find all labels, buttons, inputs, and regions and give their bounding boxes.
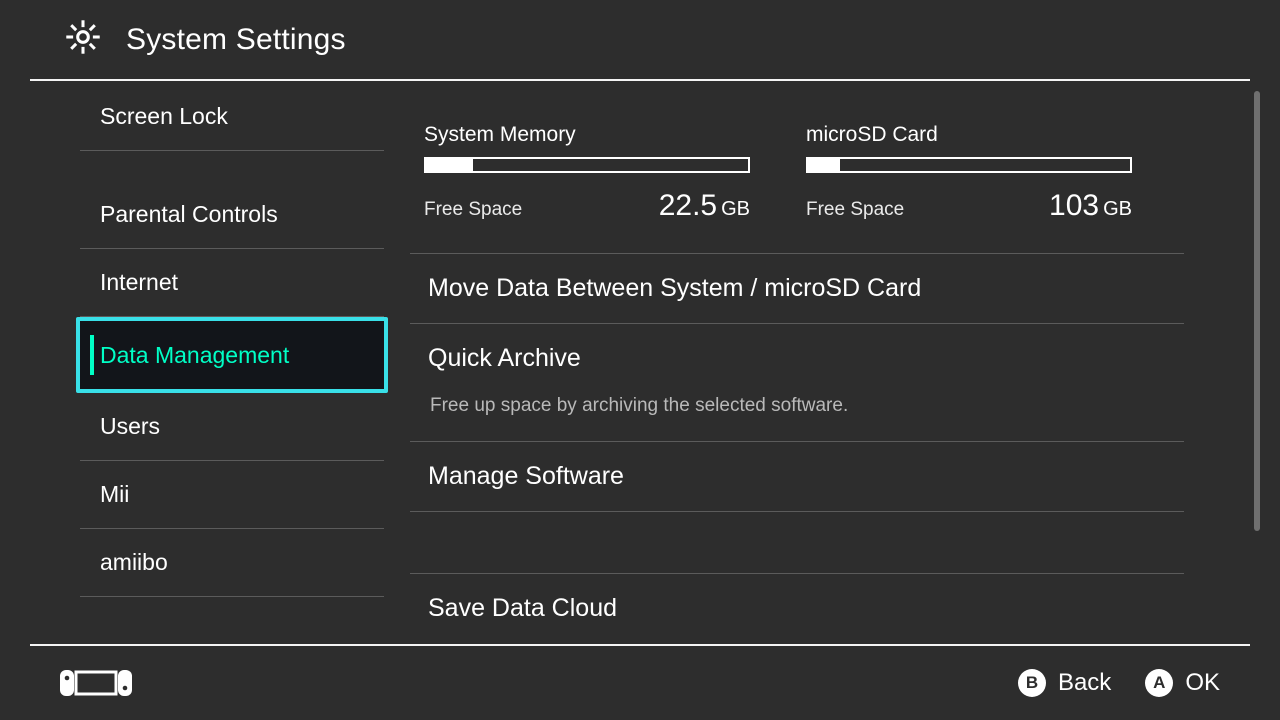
option-title: Save Data Cloud (428, 594, 1184, 623)
free-space-value: 22.5GB (659, 189, 750, 223)
scrollbar-track[interactable] (1254, 81, 1260, 644)
free-space-value: 103GB (1049, 189, 1132, 223)
storage-title: System Memory (424, 123, 750, 147)
option-quick-archive[interactable]: Quick Archive Free up space by archiving … (410, 324, 1184, 442)
storage-block-microsd-card: microSD Card Free Space 103GB (806, 123, 1132, 223)
option-spacer (410, 512, 1184, 574)
sidebar-item-label: Users (100, 413, 160, 440)
free-space-label: Free Space (424, 199, 522, 221)
option-subtitle: Free up space by archiving the selected … (428, 395, 1184, 421)
storage-bar-fill (808, 159, 840, 171)
settings-gear-icon (64, 18, 102, 61)
sidebar-item-mii[interactable]: Mii (80, 461, 384, 529)
sidebar-item-label: amiibo (100, 549, 168, 576)
sidebar-item-screen-lock[interactable]: Screen Lock (80, 83, 384, 151)
sidebar: Screen Lock Parental Controls Internet Data… (0, 81, 410, 644)
sidebar-item-internet[interactable]: Internet (80, 249, 384, 317)
sidebar-item-label: Screen Lock (100, 103, 228, 130)
controller-icon (60, 668, 132, 698)
sidebar-item-label: Internet (100, 269, 178, 296)
scrollbar-thumb[interactable] (1254, 91, 1260, 531)
sidebar-item-parental-controls[interactable]: Parental Controls (80, 181, 384, 249)
sidebar-item-label: Mii (100, 481, 129, 508)
free-space-label: Free Space (806, 199, 904, 221)
footer-button-label: OK (1185, 669, 1220, 697)
sidebar-item-data-management[interactable]: Data Management (76, 317, 388, 393)
storage-bar (806, 157, 1132, 173)
footer-button-ok[interactable]: A OK (1145, 669, 1220, 697)
storage-bar-fill (426, 159, 473, 171)
sidebar-item-label: Data Management (100, 342, 289, 369)
option-manage-software[interactable]: Manage Software (410, 442, 1184, 512)
storage-bar (424, 157, 750, 173)
option-move-data-between-system-microsd-card[interactable]: Move Data Between System / microSD Card (410, 254, 1184, 324)
footer-button-back[interactable]: B Back (1018, 669, 1111, 697)
storage-block-system-memory: System Memory Free Space 22.5GB (424, 123, 750, 223)
footer-button-label: Back (1058, 669, 1111, 697)
button-glyph-icon: A (1145, 669, 1173, 697)
option-title: Manage Software (428, 462, 1184, 491)
option-title: Move Data Between System / microSD Card (428, 274, 1184, 303)
footer-divider (30, 644, 1250, 646)
page-title: System Settings (126, 23, 346, 57)
option-save-data-cloud[interactable]: Save Data Cloud (410, 574, 1184, 643)
sidebar-item-label: Parental Controls (100, 201, 278, 228)
main-panel: System Memory Free Space 22.5GB microSD Car… (410, 81, 1280, 644)
sidebar-item-amiibo[interactable]: amiibo (80, 529, 384, 597)
button-glyph-icon: B (1018, 669, 1046, 697)
option-title: Quick Archive (428, 344, 1184, 373)
storage-title: microSD Card (806, 123, 1132, 147)
sidebar-item-users[interactable]: Users (80, 393, 384, 461)
